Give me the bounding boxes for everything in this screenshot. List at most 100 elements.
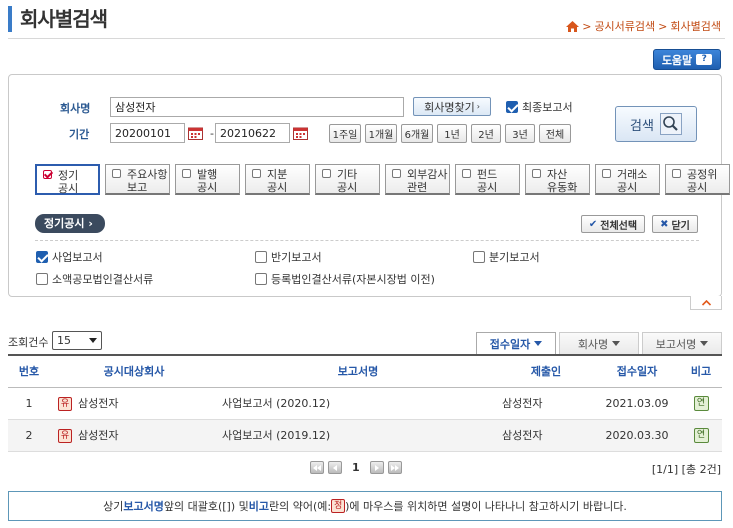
page-info: [1/1] [총 2건] bbox=[651, 463, 721, 476]
period-6month-button[interactable]: 6개월 bbox=[401, 124, 433, 143]
category-major[interactable]: 주요사항 보고 bbox=[105, 164, 170, 195]
category-ftc[interactable]: 공정위 공시 bbox=[665, 164, 730, 195]
report-link[interactable]: 사업보고서 (2019.12) bbox=[218, 419, 498, 452]
table-header: 번호 공시대상회사 보고서명 제출인 접수일자 비고 bbox=[8, 354, 722, 388]
find-company-button[interactable]: 회사명찾기 › bbox=[413, 97, 491, 116]
chevron-down-icon bbox=[700, 341, 709, 346]
title-divider bbox=[8, 38, 725, 39]
checkbox-icon bbox=[182, 169, 191, 178]
report-business-checkbox[interactable]: 사업보고서 bbox=[36, 249, 103, 265]
next-page-button[interactable] bbox=[369, 461, 384, 474]
table-row: 2 유 삼성전자 사업보고서 (2019.12) 삼성전자 2020.03.30 … bbox=[8, 419, 722, 452]
period-label: 기간 bbox=[69, 128, 90, 141]
search-panel: 회사명 회사명찾기 › 최종보고서 기간 - 1주일 1개월 6개월 1년 2년… bbox=[8, 74, 730, 297]
calendar-icon[interactable] bbox=[188, 126, 203, 140]
sub-panel-tab: 정기공시 › bbox=[35, 214, 105, 233]
category-regular[interactable]: 정기 공시 bbox=[35, 164, 100, 195]
category-equity[interactable]: 지분 공시 bbox=[245, 164, 310, 195]
period-3year-button[interactable]: 3년 bbox=[505, 124, 535, 143]
category-issuance[interactable]: 발행 공시 bbox=[175, 164, 240, 195]
double-chevron-right-icon bbox=[390, 464, 399, 471]
breadcrumb: > 공시서류검색 > 회사별검색 bbox=[566, 18, 721, 34]
checkbox-icon[interactable] bbox=[255, 251, 267, 263]
current-page[interactable]: 1 bbox=[352, 461, 360, 474]
report-quarter-checkbox[interactable]: 분기보고서 bbox=[473, 249, 540, 265]
badge-icon: 정 bbox=[331, 499, 346, 513]
col-number: 번호 bbox=[8, 354, 50, 388]
results-table: 번호 공시대상회사 보고서명 제출인 접수일자 비고 1 유 삼성전자 사업보고서… bbox=[8, 354, 722, 452]
report-link[interactable]: 사업보고서 (2020.12) bbox=[218, 387, 498, 420]
magnifier-icon bbox=[659, 113, 682, 135]
checkbox-icon[interactable] bbox=[255, 273, 267, 285]
checkbox-icon[interactable] bbox=[506, 101, 518, 113]
arrow-right-icon: › bbox=[476, 102, 480, 111]
checkbox-icon bbox=[112, 169, 121, 178]
checkbox-icon bbox=[252, 169, 261, 178]
search-button[interactable]: 검색 bbox=[615, 106, 697, 142]
page-title-bar: 회사별검색 bbox=[8, 6, 108, 32]
chevron-down-icon bbox=[89, 338, 97, 343]
close-button[interactable]: ✖ 닫기 bbox=[652, 215, 698, 233]
count-label: 조회건수 bbox=[8, 336, 49, 349]
sort-tabs: 접수일자 회사명 보고서명 bbox=[476, 332, 722, 354]
badge-icon: 유 bbox=[58, 429, 72, 443]
sort-by-report[interactable]: 보고서명 bbox=[642, 332, 722, 354]
breadcrumb-item-company-search[interactable]: 회사별검색 bbox=[670, 18, 721, 34]
category-exchange[interactable]: 거래소 공시 bbox=[595, 164, 660, 195]
badge-icon: 유 bbox=[58, 397, 72, 411]
checkbox-icon bbox=[322, 169, 331, 178]
chevron-right-icon bbox=[374, 464, 379, 471]
category-fund[interactable]: 펀드 공시 bbox=[455, 164, 520, 195]
col-submitter: 제출인 bbox=[498, 354, 594, 388]
collapse-button[interactable] bbox=[690, 296, 722, 310]
notice-box: 상기 보고서명 앞의 대괄호([]) 및 비고 란의 약어(예: 정)에 마우스를 … bbox=[8, 491, 722, 521]
company-link[interactable]: 삼성전자 bbox=[78, 397, 118, 410]
period-1year-button[interactable]: 1년 bbox=[437, 124, 467, 143]
check-icon: ✔ bbox=[588, 218, 598, 230]
period-1month-button[interactable]: 1개월 bbox=[365, 124, 397, 143]
chevron-down-icon bbox=[612, 341, 621, 346]
col-report: 보고서명 bbox=[218, 354, 498, 388]
checkbox-icon[interactable] bbox=[36, 251, 48, 263]
help-button[interactable]: 도움말 ? bbox=[653, 49, 721, 70]
final-report-checkbox[interactable]: 최종보고서 bbox=[506, 99, 573, 115]
double-chevron-left-icon bbox=[313, 464, 321, 471]
breadcrumb-item-disclosure-search[interactable]: 공시서류검색 bbox=[594, 18, 655, 34]
calendar-icon[interactable] bbox=[293, 126, 308, 140]
table-row: 1 유 삼성전자 사업보고서 (2020.12) 삼성전자 2021.03.09 … bbox=[8, 387, 722, 420]
chevron-down-icon bbox=[534, 341, 543, 346]
period-all-button[interactable]: 전체 bbox=[539, 124, 571, 143]
page-title: 회사별검색 bbox=[20, 7, 108, 31]
first-page-button[interactable] bbox=[310, 461, 324, 474]
home-icon[interactable] bbox=[566, 20, 580, 32]
count-select[interactable]: 15 bbox=[52, 331, 102, 350]
report-registered-checkbox[interactable]: 등록법인결산서류(자본시장법 이전) bbox=[255, 271, 435, 287]
last-page-button[interactable] bbox=[387, 461, 402, 474]
chevron-up-icon bbox=[701, 299, 711, 306]
report-halfyear-checkbox[interactable]: 반기보고서 bbox=[255, 249, 322, 265]
checkbox-icon[interactable] bbox=[473, 251, 485, 263]
period-2year-button[interactable]: 2년 bbox=[471, 124, 501, 143]
category-other[interactable]: 기타 공시 bbox=[315, 164, 380, 195]
category-abs[interactable]: 자산 유동화 bbox=[525, 164, 590, 195]
company-input[interactable] bbox=[110, 97, 404, 117]
chevron-left-icon bbox=[333, 464, 337, 471]
sort-by-date[interactable]: 접수일자 bbox=[476, 332, 556, 354]
checkbox-icon bbox=[43, 170, 52, 179]
sort-by-company[interactable]: 회사명 bbox=[559, 332, 639, 354]
start-date-input[interactable] bbox=[110, 123, 185, 143]
checkbox-icon bbox=[532, 169, 541, 178]
report-small-offering-checkbox[interactable]: 소액공모법인결산서류 bbox=[36, 271, 153, 287]
end-date-input[interactable] bbox=[215, 123, 290, 143]
category-buttons: 정기 공시 주요사항 보고 발행 공시 지분 공시 기타 공시 외부감사 관련 펀드 공시 자… bbox=[35, 164, 730, 195]
prev-page-button[interactable] bbox=[328, 461, 342, 474]
checkbox-icon bbox=[462, 169, 471, 178]
company-link[interactable]: 삼성전자 bbox=[78, 429, 118, 442]
select-all-button[interactable]: ✔ 전체선택 bbox=[581, 215, 645, 233]
checkbox-icon[interactable] bbox=[36, 273, 48, 285]
category-audit[interactable]: 외부감사 관련 bbox=[385, 164, 450, 195]
period-1week-button[interactable]: 1주일 bbox=[329, 124, 361, 143]
col-date: 접수일자 bbox=[594, 354, 680, 388]
company-label: 회사명 bbox=[60, 102, 91, 115]
period-buttons: 1주일 1개월 6개월 1년 2년 3년 전체 bbox=[329, 124, 571, 143]
